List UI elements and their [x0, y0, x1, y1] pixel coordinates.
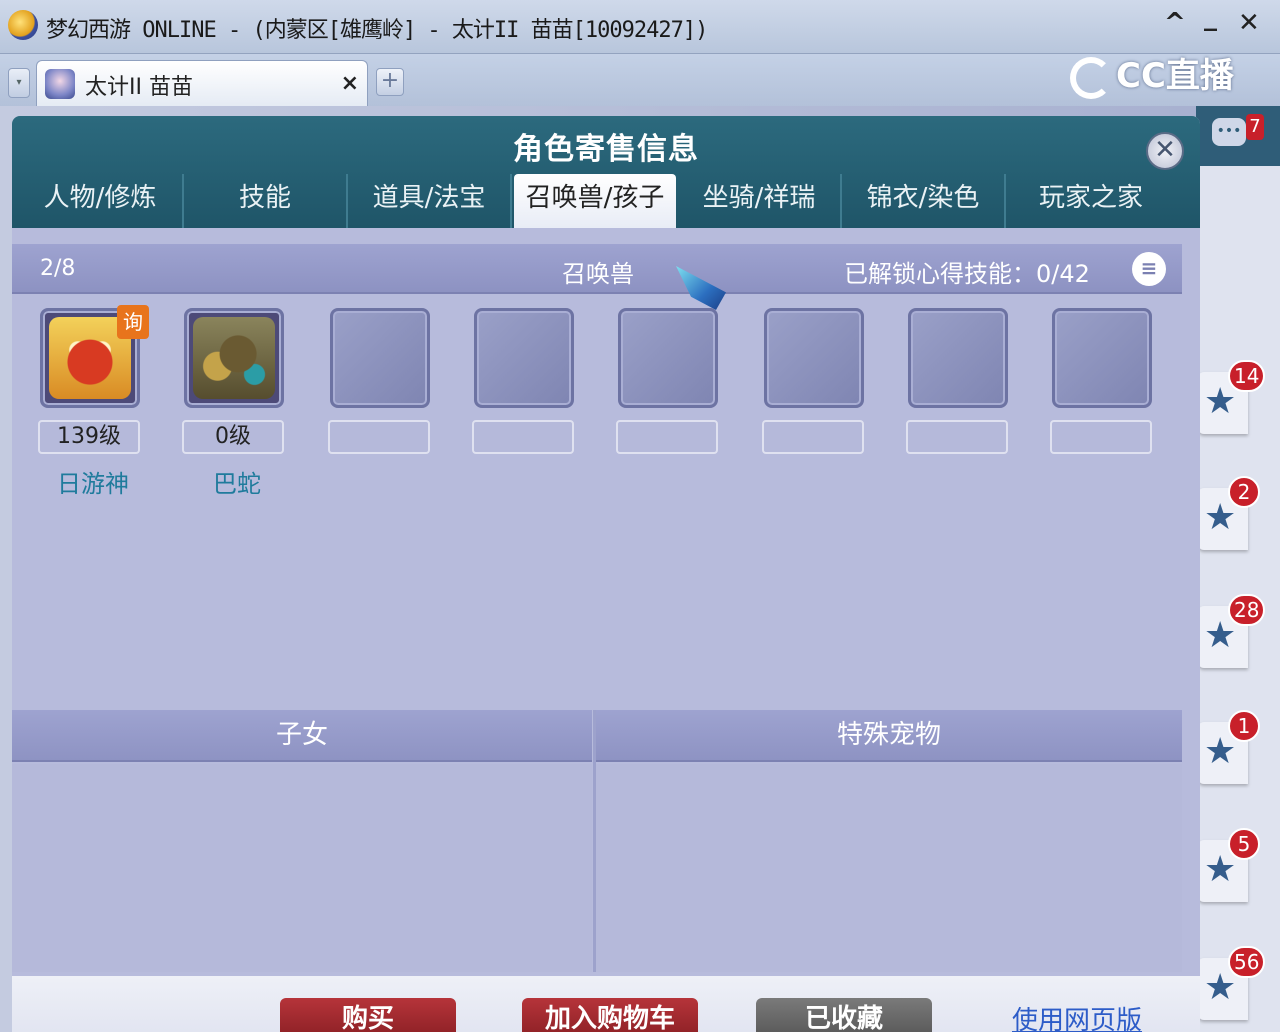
dialog-title: 角色寄售信息: [513, 132, 699, 167]
summon-name[interactable]: 日游神: [42, 464, 144, 499]
side-item[interactable]: ★ 56: [1198, 946, 1266, 1020]
tab-player-home[interactable]: 玩家之家: [1006, 174, 1176, 228]
summon-level: 0级: [182, 420, 284, 454]
side-item[interactable]: ★ 2: [1198, 476, 1260, 550]
special-pets-panel: [596, 764, 1182, 972]
tab-summons-children[interactable]: 召唤兽/孩子: [514, 174, 676, 228]
empty-level-box: [616, 420, 718, 454]
window-title: 梦幻西游 ONLINE - (内蒙区[雄鹰岭] - 太计II 苗苗[100924…: [46, 18, 708, 43]
notification-badge: 2: [1228, 476, 1260, 508]
empty-summon-slot: [908, 308, 1008, 408]
side-item[interactable]: ★ 1: [1198, 710, 1260, 784]
tab-skills[interactable]: 技能: [184, 174, 348, 228]
cc-live-watermark: CC直播: [1070, 48, 1234, 99]
cc-logo-icon: [1070, 56, 1112, 99]
menu-icon[interactable]: ≡: [1132, 252, 1166, 286]
notification-badge: 28: [1228, 594, 1266, 626]
dialog-header: 角色寄售信息 ✕ 人物/修炼 技能 道具/法宝 召唤兽/孩子 坐骑/祥瑞 锦衣/…: [12, 116, 1200, 228]
summon-name[interactable]: 巴蛇: [186, 464, 288, 499]
query-badge: 询: [117, 305, 149, 339]
children-panel: [12, 764, 592, 972]
star-icon: ★: [1204, 731, 1237, 772]
star-icon: ★: [1204, 381, 1237, 422]
tab-mounts[interactable]: 坐骑/祥瑞: [678, 174, 842, 228]
favorited-button[interactable]: 已收藏: [756, 998, 932, 1032]
side-item[interactable]: ★ 14: [1198, 360, 1266, 434]
column-divider: [593, 710, 596, 972]
empty-level-box: [328, 420, 430, 454]
star-icon: ★: [1204, 849, 1237, 890]
notification-badge: 5: [1228, 828, 1260, 860]
chat-badge: 7: [1246, 114, 1264, 140]
empty-level-box: [762, 420, 864, 454]
add-to-cart-button[interactable]: 加入购物车: [522, 998, 698, 1032]
empty-summon-slot: [330, 308, 430, 408]
star-icon: ★: [1204, 967, 1237, 1008]
dialog-footer: 购买 加入购物车 已收藏 使用网页版: [12, 976, 1200, 1032]
tab-close-icon[interactable]: ×: [341, 71, 359, 96]
empty-level-box: [472, 420, 574, 454]
summon-count: 2/8: [40, 256, 76, 281]
side-item[interactable]: ★ 5: [1198, 828, 1260, 902]
watermark-text: CC直播: [1116, 56, 1234, 96]
empty-summon-slot: [474, 308, 574, 408]
chat-bubble-icon[interactable]: •••: [1212, 118, 1246, 146]
character-avatar-icon: [45, 69, 75, 99]
close-window-button[interactable]: ✕: [1238, 8, 1260, 38]
summon-slots: 询 139级 日游神 0级 巴蛇: [12, 305, 1182, 506]
empty-level-box: [1050, 420, 1152, 454]
tab-items-treasures[interactable]: 道具/法宝: [348, 174, 512, 228]
dialog-tabs: 人物/修炼 技能 道具/法宝 召唤兽/孩子 坐骑/祥瑞 锦衣/染色 玩家之家: [18, 170, 1198, 228]
tab-character[interactable]: 太计II 苗苗 ×: [36, 60, 368, 106]
minimize-button[interactable]: _: [1204, 2, 1217, 32]
buy-button[interactable]: 购买: [280, 998, 456, 1032]
add-tab-button[interactable]: +: [376, 68, 404, 96]
empty-summon-slot: [1052, 308, 1152, 408]
notification-badge: 14: [1228, 360, 1266, 392]
empty-level-box: [906, 420, 1008, 454]
summons-title: 召唤兽: [562, 260, 634, 288]
window-title-bar: 梦幻西游 ONLINE - (内蒙区[雄鹰岭] - 太计II 苗苗[100924…: [0, 0, 1280, 54]
role-consignment-dialog: 角色寄售信息 ✕ 人物/修炼 技能 道具/法宝 召唤兽/孩子 坐骑/祥瑞 锦衣/…: [12, 116, 1200, 1032]
star-icon: ★: [1204, 497, 1237, 538]
tab-label: 太计II 苗苗: [85, 75, 193, 100]
special-pets-header: 特殊宠物: [596, 710, 1182, 762]
tab-dropdown-button[interactable]: ▾: [8, 68, 30, 98]
unlocked-skills-label: 已解锁心得技能：0/42: [844, 260, 1090, 288]
star-icon: ★: [1204, 615, 1237, 656]
tab-outfits-dye[interactable]: 锦衣/染色: [842, 174, 1006, 228]
empty-summon-slot: [764, 308, 864, 408]
tab-character-cultivation[interactable]: 人物/修炼: [18, 174, 184, 228]
summon-level: 139级: [38, 420, 140, 454]
children-header: 子女: [12, 710, 592, 762]
app-icon: [8, 10, 38, 40]
summon-slot[interactable]: 询: [40, 305, 149, 408]
dialog-close-button[interactable]: ✕: [1146, 132, 1184, 170]
notification-badge: 56: [1228, 946, 1266, 978]
empty-summon-slot: [618, 308, 718, 408]
collapse-button[interactable]: ^: [1164, 8, 1186, 38]
summon-portrait-basnake: [193, 317, 275, 399]
side-item[interactable]: ★ 28: [1198, 594, 1266, 668]
summon-slot[interactable]: [184, 308, 284, 408]
summons-section-bar: 2/8 召唤兽 已解锁心得技能：0/42 ≡: [12, 244, 1182, 294]
web-version-link[interactable]: 使用网页版: [1012, 1000, 1142, 1032]
notification-badge: 1: [1228, 710, 1260, 742]
